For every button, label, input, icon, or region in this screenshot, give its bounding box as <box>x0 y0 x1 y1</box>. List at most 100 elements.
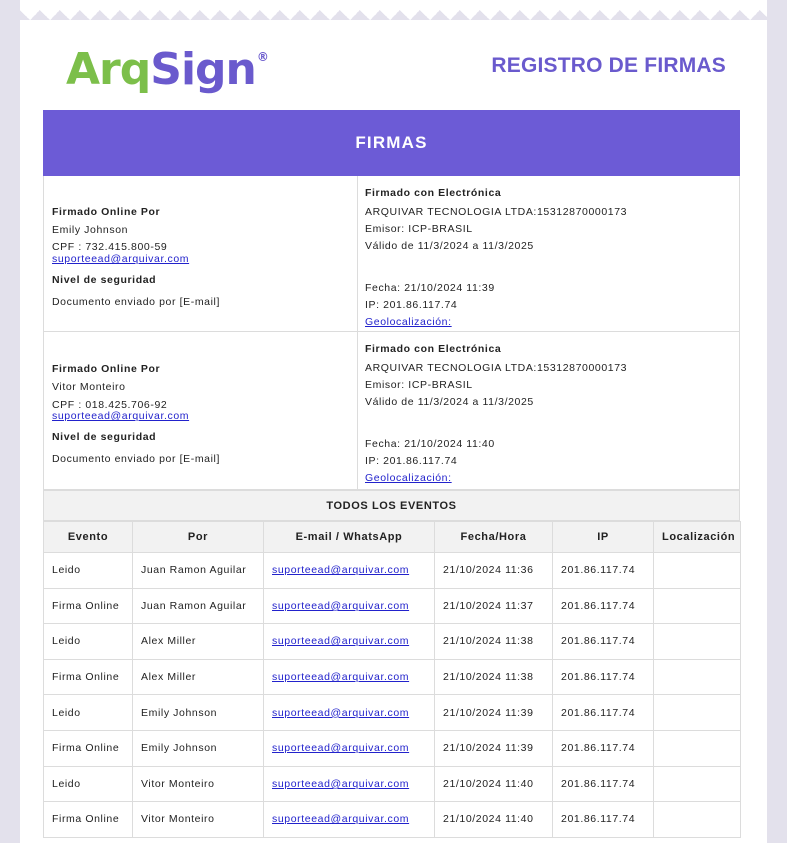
event-ip: 201.86.117.74 <box>552 694 654 731</box>
certificate-company: ARQUIVAR TECNOLOGIA LTDA:15312870000173 <box>365 206 628 218</box>
certificate-info: Firmado con Electrónica ARQUIVAR TECNOLO… <box>357 332 739 489</box>
col-header-evento: Evento <box>43 521 133 553</box>
event-by: Emily Johnson <box>132 694 264 731</box>
event-datetime: 21/10/2024 11:38 <box>434 623 553 660</box>
event-datetime: 21/10/2024 11:36 <box>434 552 553 589</box>
event-by: Emily Johnson <box>132 729 264 767</box>
arqsign-logo: ArqSign® <box>66 44 269 95</box>
event-type: Leido <box>43 765 133 803</box>
col-header-por: Por <box>132 521 264 553</box>
geolocation-link[interactable]: Geolocalización: <box>365 316 452 328</box>
event-location <box>653 552 741 589</box>
event-ip: 201.86.117.74 <box>552 801 654 838</box>
event-email-link[interactable]: suporteead@arquivar.com <box>272 564 409 576</box>
event-ip: 201.86.117.74 <box>552 623 654 660</box>
signer-email-link[interactable]: suporteead@arquivar.com <box>52 253 189 265</box>
col-header-localizacion: Localización <box>653 521 741 553</box>
event-datetime: 21/10/2024 11:39 <box>434 729 553 767</box>
certificate-validity: Válido de 11/3/2024 a 11/3/2025 <box>365 396 534 408</box>
event-by: Vitor Monteiro <box>132 801 264 838</box>
signature-block-1: Firmado Online Por Emily Johnson CPF : 7… <box>43 176 740 332</box>
event-email-link[interactable]: suporteead@arquivar.com <box>272 600 409 612</box>
events-table: Evento Por E-mail / WhatsApp Fecha/Hora … <box>43 521 741 838</box>
geolocation-link[interactable]: Geolocalización: <box>365 472 452 484</box>
document-title: REGISTRO DE FIRMAS <box>491 54 726 77</box>
signature-ip: IP: 201.86.117.74 <box>365 299 458 311</box>
event-datetime: 21/10/2024 11:38 <box>434 658 553 696</box>
event-by: Alex Miller <box>132 658 264 696</box>
signed-online-label: Firmado Online Por <box>52 363 161 375</box>
event-email: suporteead@arquivar.com <box>263 623 435 660</box>
certificate-issuer: Emisor: ICP-BRASIL <box>365 379 473 391</box>
zigzag-border-left <box>0 0 20 843</box>
table-row: Firma Online Emily Johnson suporteead@ar… <box>43 729 741 767</box>
certificate-issuer: Emisor: ICP-BRASIL <box>365 223 473 235</box>
event-ip: 201.86.117.74 <box>552 729 654 767</box>
signature-ip: IP: 201.86.117.74 <box>365 455 458 467</box>
registered-mark: ® <box>256 50 269 64</box>
event-email-link[interactable]: suporteead@arquivar.com <box>272 813 409 825</box>
event-email: suporteead@arquivar.com <box>263 552 435 589</box>
security-level-label: Nivel de seguridad <box>52 274 157 286</box>
event-datetime: 21/10/2024 11:40 <box>434 765 553 803</box>
table-row: Leido Juan Ramon Aguilar suporteead@arqu… <box>43 552 741 589</box>
event-datetime: 21/10/2024 11:37 <box>434 587 553 625</box>
signer-name: Emily Johnson <box>52 224 129 236</box>
event-type: Firma Online <box>43 658 133 696</box>
event-email: suporteead@arquivar.com <box>263 765 435 803</box>
event-email-link[interactable]: suporteead@arquivar.com <box>272 778 409 790</box>
event-email-link[interactable]: suporteead@arquivar.com <box>272 671 409 683</box>
events-title: TODOS LOS EVENTOS <box>43 490 740 521</box>
event-email: suporteead@arquivar.com <box>263 694 435 731</box>
event-location <box>653 694 741 731</box>
signer-info: Firmado Online Por Emily Johnson CPF : 7… <box>44 176 358 331</box>
zigzag-border-top <box>0 0 787 20</box>
table-row: Firma Online Juan Ramon Aguilar suportee… <box>43 587 741 625</box>
col-header-fecha: Fecha/Hora <box>434 521 553 553</box>
electronic-signature-label: Firmado con Electrónica <box>365 187 502 199</box>
event-datetime: 21/10/2024 11:40 <box>434 801 553 838</box>
electronic-signature-label: Firmado con Electrónica <box>365 343 502 355</box>
security-level-label: Nivel de seguridad <box>52 431 157 443</box>
signed-online-label: Firmado Online Por <box>52 206 161 218</box>
signature-date: Fecha: 21/10/2024 11:40 <box>365 438 495 450</box>
event-ip: 201.86.117.74 <box>552 587 654 625</box>
signer-email-link[interactable]: suporteead@arquivar.com <box>52 410 189 422</box>
document-page: ArqSign® REGISTRO DE FIRMAS FIRMAS Firma… <box>20 20 767 843</box>
certificate-validity: Válido de 11/3/2024 a 11/3/2025 <box>365 240 534 252</box>
table-row: Leido Alex Miller suporteead@arquivar.co… <box>43 623 741 660</box>
event-email: suporteead@arquivar.com <box>263 729 435 767</box>
event-location <box>653 801 741 838</box>
certificate-company: ARQUIVAR TECNOLOGIA LTDA:15312870000173 <box>365 362 628 374</box>
event-datetime: 21/10/2024 11:39 <box>434 694 553 731</box>
table-row: Leido Emily Johnson suporteead@arquivar.… <box>43 694 741 731</box>
event-type: Firma Online <box>43 729 133 767</box>
event-location <box>653 658 741 696</box>
event-ip: 201.86.117.74 <box>552 658 654 696</box>
signer-name: Vitor Monteiro <box>52 381 126 393</box>
col-header-email: E-mail / WhatsApp <box>263 521 435 553</box>
event-location <box>653 587 741 625</box>
event-by: Alex Miller <box>132 623 264 660</box>
event-email-link[interactable]: suporteead@arquivar.com <box>272 742 409 754</box>
event-by: Juan Ramon Aguilar <box>132 587 264 625</box>
event-location <box>653 623 741 660</box>
sent-by-text: Documento enviado por [E-mail] <box>52 453 220 465</box>
logo-text-arq: Arq <box>66 44 151 95</box>
signature-block-2: Firmado Online Por Vitor Monteiro CPF : … <box>43 332 740 490</box>
events-header-row: Evento Por E-mail / WhatsApp Fecha/Hora … <box>43 521 741 553</box>
certificate-info: Firmado con Electrónica ARQUIVAR TECNOLO… <box>357 176 739 331</box>
event-email: suporteead@arquivar.com <box>263 658 435 696</box>
table-row: Firma Online Alex Miller suporteead@arqu… <box>43 658 741 696</box>
zigzag-border-right <box>767 0 787 843</box>
event-by: Vitor Monteiro <box>132 765 264 803</box>
col-header-ip: IP <box>552 521 654 553</box>
event-type: Leido <box>43 623 133 660</box>
logo-text-sign: Sign <box>150 44 257 95</box>
event-location <box>653 729 741 767</box>
event-ip: 201.86.117.74 <box>552 765 654 803</box>
event-email-link[interactable]: suporteead@arquivar.com <box>272 707 409 719</box>
event-location <box>653 765 741 803</box>
event-email-link[interactable]: suporteead@arquivar.com <box>272 635 409 647</box>
firmas-banner: FIRMAS <box>43 110 740 176</box>
